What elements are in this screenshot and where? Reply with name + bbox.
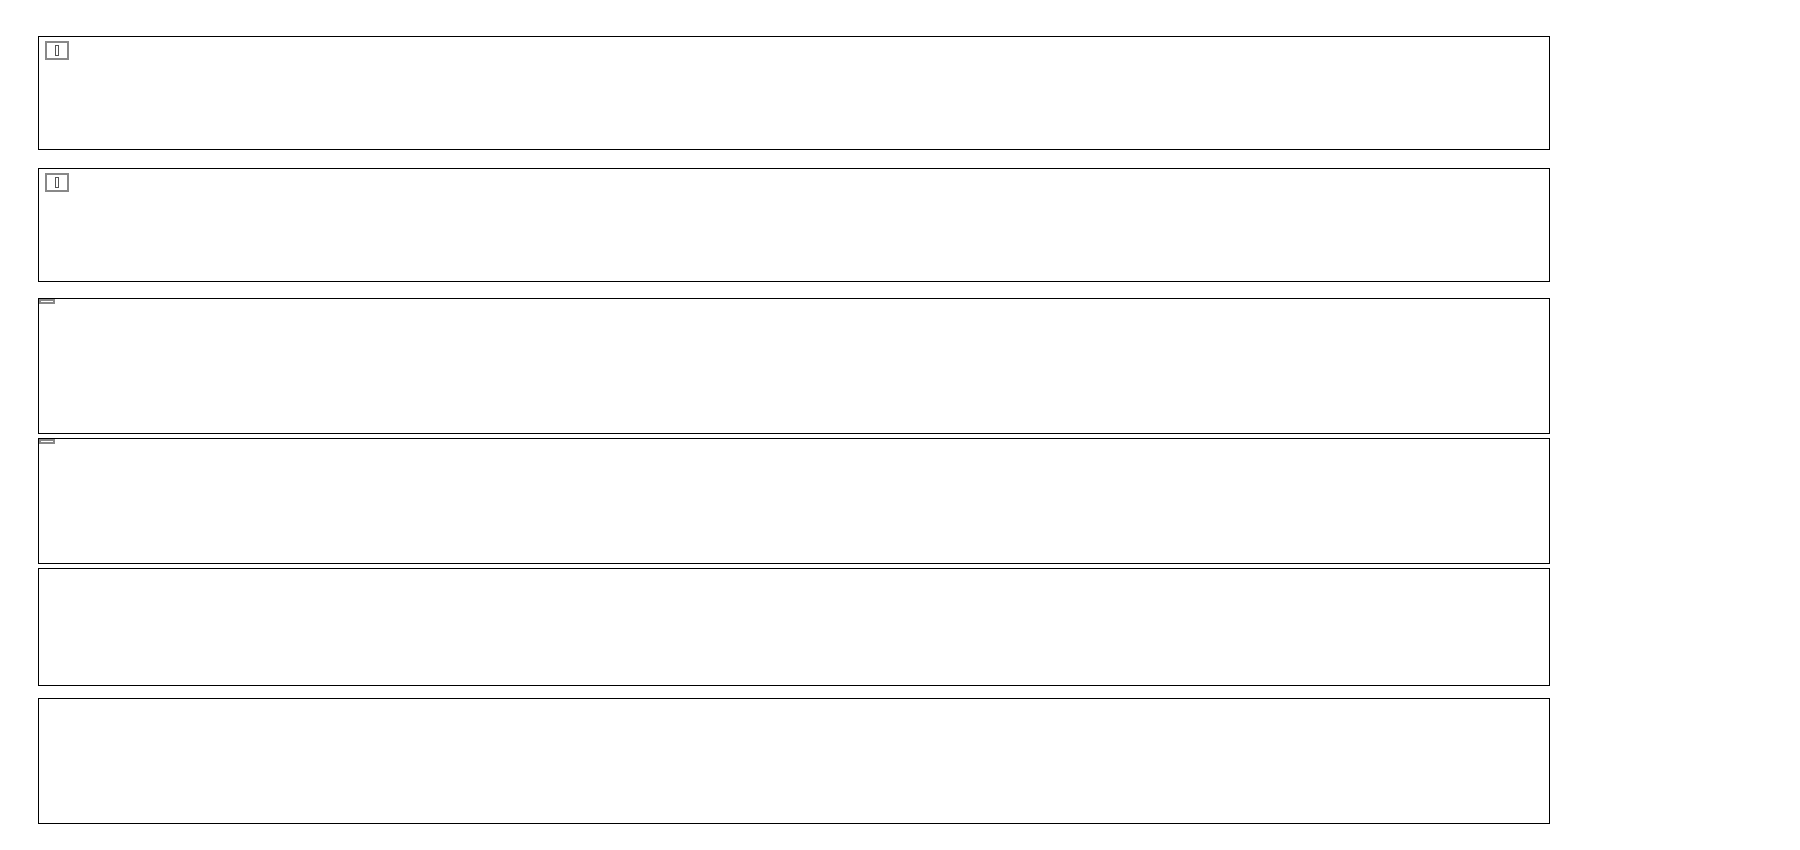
panel-temperature: [38, 698, 1550, 824]
adcp-figure-root: [0, 0, 1800, 850]
v-colorbar-legend: [45, 173, 69, 192]
u-velocity-heatmap: [39, 37, 1549, 149]
panel-v-velocity: [38, 168, 1550, 282]
panel-depth-variation: [38, 568, 1550, 686]
panel-std-absi: [38, 438, 1550, 564]
std-absi-label: [39, 439, 55, 444]
depth-variation-lineplot: [39, 569, 1549, 685]
v-colorbar: [55, 177, 59, 188]
u-colorbar-legend: [45, 41, 69, 60]
temperature-lineplot: [39, 699, 1549, 823]
std-absi-heatmap: [39, 439, 1549, 563]
panel-mean-absi: [38, 298, 1550, 434]
u-colorbar: [55, 45, 59, 56]
mean-absi-heatmap: [39, 299, 1549, 433]
v-velocity-heatmap: [39, 169, 1549, 281]
panel-u-velocity: [38, 36, 1550, 150]
mean-absi-label: [39, 299, 55, 304]
